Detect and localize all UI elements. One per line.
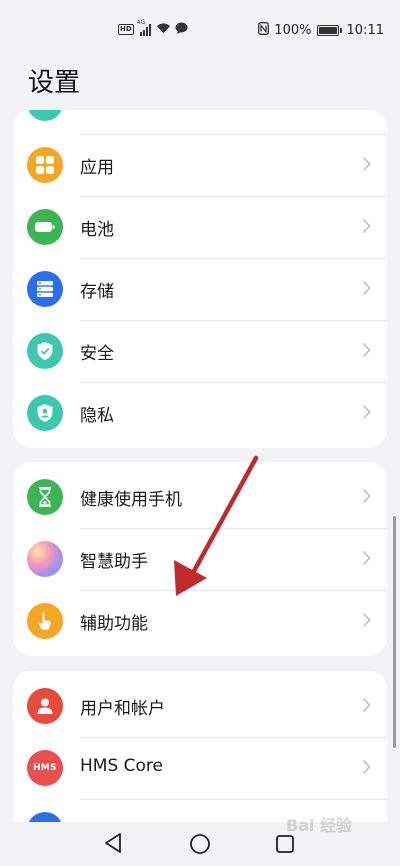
settings-item-label: 健康使用手机 — [80, 490, 182, 510]
home-icon[interactable] — [189, 833, 211, 855]
hms-icon: HMS — [27, 750, 63, 786]
settings-group-2: 健康使用手机 智慧助手 辅助功能 — [13, 462, 387, 656]
chevron-right-icon — [362, 342, 371, 358]
chevron-right-icon — [362, 488, 371, 504]
chevron-right-icon — [362, 156, 371, 172]
message-icon — [175, 22, 188, 37]
settings-item-label: 存储 — [80, 282, 114, 302]
hms-icon-text: HMS — [33, 763, 57, 773]
storage-icon — [27, 271, 63, 307]
settings-item-security[interactable]: 安全 — [13, 320, 387, 382]
settings-item-label: 辅助功能 — [80, 614, 148, 634]
chevron-right-icon — [362, 280, 371, 296]
clock: 10:11 — [346, 23, 384, 38]
nfc-icon — [258, 22, 270, 39]
status-left-group: HD 4G — [118, 19, 188, 37]
settings-item-label: 用户和帐户 — [80, 699, 165, 719]
settings-list[interactable]: 应用 电池 存储 安全 隐私 健康使用手机 智慧助手 辅助功能 用户和帐户 HM… — [0, 108, 400, 822]
settings-item-label: 应用 — [80, 158, 114, 178]
settings-item-storage[interactable]: 存储 — [13, 258, 387, 320]
settings-item-privacy[interactable]: 隐私 — [13, 382, 387, 444]
settings-item-apps[interactable]: 应用 — [13, 134, 387, 196]
settings-item-label: HMS Core — [80, 756, 163, 776]
signal-icon: 4G — [137, 19, 152, 36]
settings-item-hms-core[interactable]: HMS HMS Core — [13, 737, 387, 799]
settings-group-1: 应用 电池 存储 安全 隐私 — [13, 110, 387, 448]
privacy-shield-icon — [27, 395, 63, 431]
partial-icon — [27, 110, 63, 121]
hd-icon: HD — [118, 24, 134, 35]
settings-item-partial[interactable] — [13, 110, 387, 134]
status-bar: HD 4G 100% 10:11 — [0, 0, 400, 58]
partial-bottom-icon — [27, 812, 63, 822]
settings-group-3: 用户和帐户 HMS HMS Core — [13, 671, 387, 822]
back-icon[interactable] — [103, 832, 123, 854]
scrollbar[interactable] — [393, 516, 396, 748]
user-icon — [27, 688, 63, 724]
settings-item-battery[interactable]: 电池 — [13, 196, 387, 258]
chevron-right-icon — [362, 550, 371, 566]
assistant-orb-icon — [27, 541, 63, 577]
chevron-right-icon — [362, 404, 371, 420]
recent-apps-icon[interactable] — [275, 834, 295, 854]
battery-icon — [27, 209, 63, 245]
battery-tip — [339, 28, 342, 33]
settings-item-assistant[interactable]: 智慧助手 — [13, 528, 387, 590]
chevron-right-icon — [362, 697, 371, 713]
settings-item-digital-balance[interactable]: 健康使用手机 — [13, 466, 387, 528]
shield-check-icon — [27, 333, 63, 369]
settings-item-label: 隐私 — [80, 406, 114, 426]
hourglass-icon — [27, 479, 63, 515]
hand-pointer-icon — [27, 603, 63, 639]
wifi-icon — [156, 22, 171, 37]
chevron-right-icon — [362, 759, 371, 775]
battery-icon — [316, 25, 339, 36]
settings-item-accessibility[interactable]: 辅助功能 — [13, 590, 387, 652]
chevron-right-icon — [362, 612, 371, 628]
battery-percent: 100% — [274, 23, 312, 38]
page-title: 设置 — [28, 68, 81, 98]
settings-item-label: 安全 — [80, 344, 114, 364]
watermark-logo: Bai 经验 — [286, 816, 353, 835]
chevron-right-icon — [362, 218, 371, 234]
apps-icon — [27, 147, 63, 183]
settings-item-label: 智慧助手 — [80, 552, 148, 572]
settings-item-users-accounts[interactable]: 用户和帐户 — [13, 675, 387, 737]
status-right-group: 100% 10:11 — [258, 22, 384, 39]
settings-item-label: 电池 — [80, 220, 114, 240]
